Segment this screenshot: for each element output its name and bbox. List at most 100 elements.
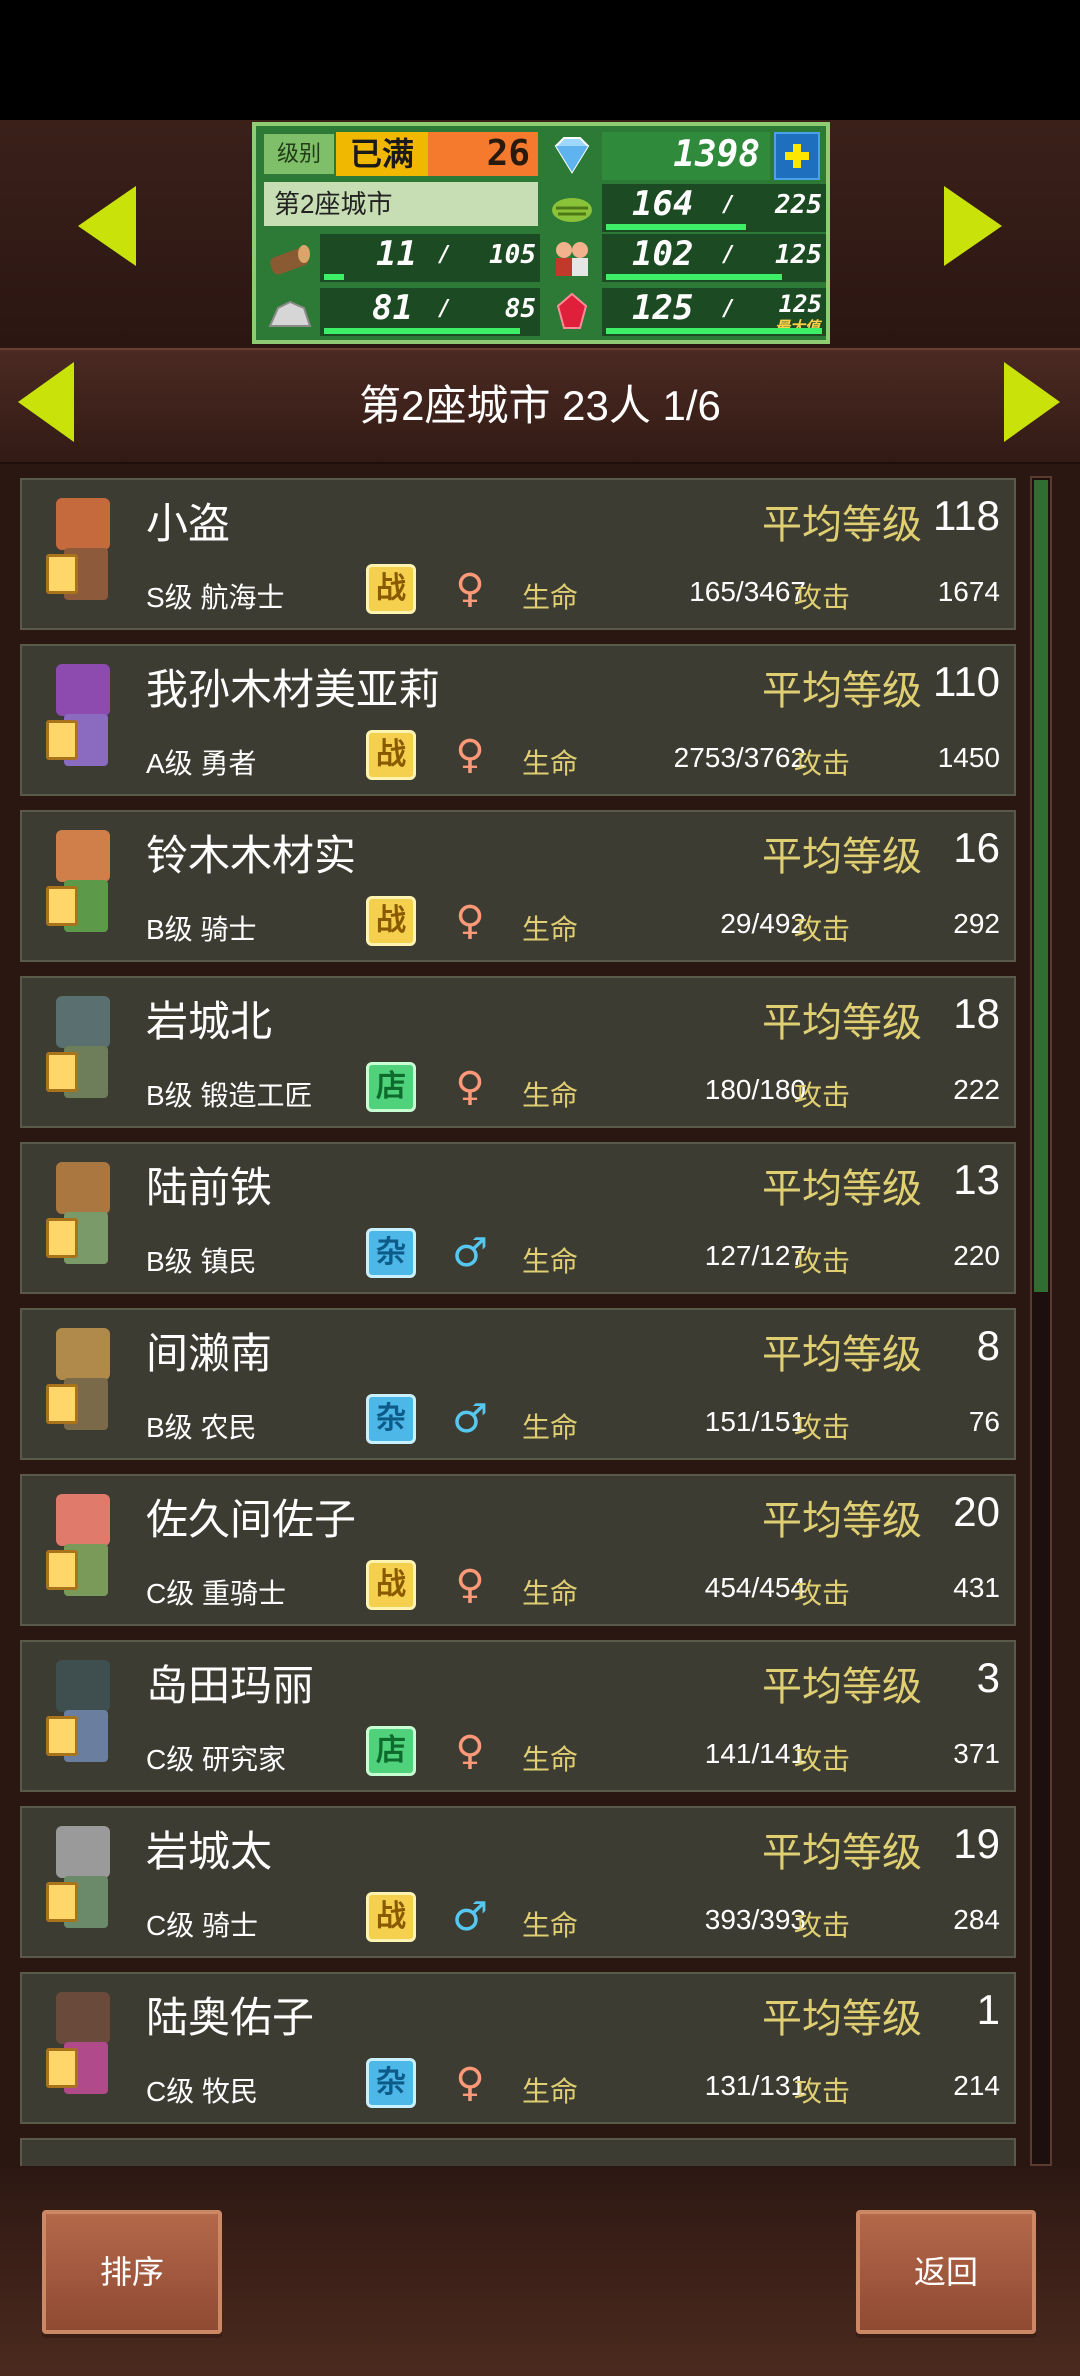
stone-bar <box>324 328 520 334</box>
character-avatar-icon <box>34 1820 144 1948</box>
avatar-head <box>56 664 110 716</box>
attack-label: 攻击 <box>794 1246 851 1277</box>
avatar-head <box>56 498 110 550</box>
female-gender-icon: ♀ <box>455 1728 485 1774</box>
character-avatar-icon <box>34 658 144 786</box>
grass-food-icon <box>546 186 598 230</box>
resident-row[interactable]: 岩城太 平均等级 19 C级 骑士 战 ♂ 生命 393/393 攻击 284 <box>20 1806 1016 1958</box>
rank-job-label: C级 重骑士 <box>146 1578 287 1609</box>
wood-box: 11 / 105 <box>320 234 540 282</box>
male-gender-icon: ♂ <box>452 1396 488 1442</box>
job-type-badge: 杂 <box>366 1394 416 1444</box>
job-type-badge: 杂 <box>366 2058 416 2108</box>
rank-job-label: S级 航海士 <box>146 582 285 613</box>
ore-stone-icon <box>264 290 316 334</box>
attack-value: 1450 <box>937 742 1000 773</box>
system-status-bar <box>0 0 1080 120</box>
city-name-label: 第2座城市 <box>264 182 538 226</box>
buy-gems-plus-button[interactable] <box>774 132 820 180</box>
food-box: 164 / 225 <box>602 184 826 232</box>
prev-city-arrow-icon[interactable] <box>78 186 136 266</box>
avg-level-label: 平均等级 <box>762 835 922 879</box>
male-gender-icon: ♂ <box>452 1230 488 1276</box>
attack-label: 攻击 <box>794 748 851 779</box>
avatar-head <box>56 1162 110 1214</box>
resident-row[interactable]: 陆前铁 平均等级 13 B级 镇民 杂 ♂ 生命 127/127 攻击 220 <box>20 1142 1016 1294</box>
attack-label: 攻击 <box>794 2076 851 2107</box>
back-button[interactable]: 返回 <box>856 2210 1036 2334</box>
avatar-head <box>56 996 110 1048</box>
resident-name: 铃木木材实 <box>146 832 357 879</box>
resident-row[interactable]: 岛田玛丽 平均等级 3 C级 研究家 店 ♀ 生命 141/141 攻击 371 <box>20 1640 1016 1792</box>
hp-value: 180/180 <box>704 1074 806 1105</box>
stone-value: 81 <box>372 288 413 328</box>
hp-label: 生命 <box>522 1412 579 1443</box>
attack-label: 攻击 <box>794 914 851 945</box>
hp-label: 生命 <box>522 914 579 945</box>
sort-button[interactable]: 排序 <box>42 2210 222 2334</box>
avg-level-label: 平均等级 <box>762 1831 922 1875</box>
avatar-head <box>56 830 110 882</box>
attack-value: 431 <box>953 1572 1000 1603</box>
male-gender-icon: ♂ <box>452 1894 488 1940</box>
resident-name: 小盗 <box>146 500 231 547</box>
gem-count: 1398 <box>673 134 760 175</box>
rank-job-label: B级 锻造工匠 <box>146 1080 313 1111</box>
scrollbar[interactable] <box>1030 476 1052 2166</box>
level-label: 级别 <box>264 134 334 174</box>
shield-icon <box>46 2048 78 2088</box>
attack-value: 1674 <box>937 576 1000 607</box>
resident-row[interactable]: 陆奥佑子 平均等级 1 C级 牧民 杂 ♀ 生命 131/131 攻击 214 <box>20 1972 1016 2124</box>
attack-value: 284 <box>953 1904 1000 1935</box>
footer-bar: 排序 返回 <box>0 2168 1080 2376</box>
wood-log-icon <box>264 236 316 280</box>
resident-row-partial[interactable] <box>20 2138 1016 2166</box>
avg-level-label: 平均等级 <box>762 669 922 713</box>
attack-value: 292 <box>953 908 1000 939</box>
female-gender-icon: ♀ <box>455 898 485 944</box>
hp-label: 生命 <box>522 1080 579 1111</box>
ruby-icon <box>546 290 598 334</box>
hp-label: 生命 <box>522 748 579 779</box>
hp-label: 生命 <box>522 1578 579 1609</box>
rank-job-label: A级 勇者 <box>146 748 257 779</box>
avg-level-value: 16 <box>953 824 1000 871</box>
stone-max: 85 <box>504 294 536 324</box>
shield-icon <box>46 886 78 926</box>
resident-row[interactable]: 我孙木材美亚莉 平均等级 110 A级 勇者 战 ♀ 生命 2753/3762 攻击 1450 <box>20 644 1016 796</box>
food-value: 164 <box>632 184 694 224</box>
resident-row[interactable]: 间濑南 平均等级 8 B级 农民 杂 ♂ 生命 151/151 攻击 76 <box>20 1308 1016 1460</box>
hp-value: 151/151 <box>704 1406 806 1437</box>
hp-value: 393/393 <box>704 1904 806 1935</box>
next-city-arrow-icon[interactable] <box>944 186 1002 266</box>
resident-row[interactable]: 小盗 平均等级 118 S级 航海士 战 ♀ 生命 165/3467 攻击 1674 <box>20 478 1016 630</box>
resident-name: 陆前铁 <box>146 1164 273 1211</box>
female-gender-icon: ♀ <box>455 1064 485 1110</box>
diamond-icon <box>546 134 598 178</box>
rank-job-label: C级 研究家 <box>146 1744 287 1775</box>
female-gender-icon: ♀ <box>455 2060 485 2106</box>
job-type-badge: 战 <box>366 1892 416 1942</box>
resident-name: 我孙木材美亚莉 <box>146 666 441 713</box>
level-max-badge: 已满 <box>336 132 428 176</box>
avg-level-value: 20 <box>953 1488 1000 1535</box>
resident-row[interactable]: 铃木木材实 平均等级 16 B级 骑士战 ♀ 生命 29/492 攻击 292 <box>20 810 1016 962</box>
resident-list[interactable]: 小盗 平均等级 118 S级 航海士战 ♀ 生命 165/3467 攻击 1674 我孙木材美亚莉… <box>20 478 1016 2166</box>
wood-max: 105 <box>489 240 536 270</box>
hp-value: 2753/3762 <box>673 742 806 773</box>
hp-value: 454/454 <box>704 1572 806 1603</box>
resident-row[interactable]: 岩城北 平均等级 18 B级 锻造工匠 店 ♀ 生命 180/180 攻击 222 <box>20 976 1016 1128</box>
avg-level-value: 18 <box>953 990 1000 1037</box>
stone-box: 81 / 85 <box>320 288 540 336</box>
scrollbar-thumb[interactable] <box>1034 480 1048 1292</box>
resident-name: 岩城太 <box>146 1828 273 1875</box>
population-bar <box>606 274 782 280</box>
resident-row[interactable]: 佐久间佐子 平均等级 20 C级 重骑士 战 ♀ 生命 454/454 攻击 431 <box>20 1474 1016 1626</box>
avg-level-label: 平均等级 <box>762 1333 922 1377</box>
avatar-head <box>56 1328 110 1380</box>
character-avatar-icon <box>34 1654 144 1782</box>
character-avatar-icon <box>34 1488 144 1616</box>
job-type-badge: 战 <box>366 730 416 780</box>
rank-job-label: C级 牧民 <box>146 2076 259 2107</box>
job-type-badge: 战 <box>366 1560 416 1610</box>
